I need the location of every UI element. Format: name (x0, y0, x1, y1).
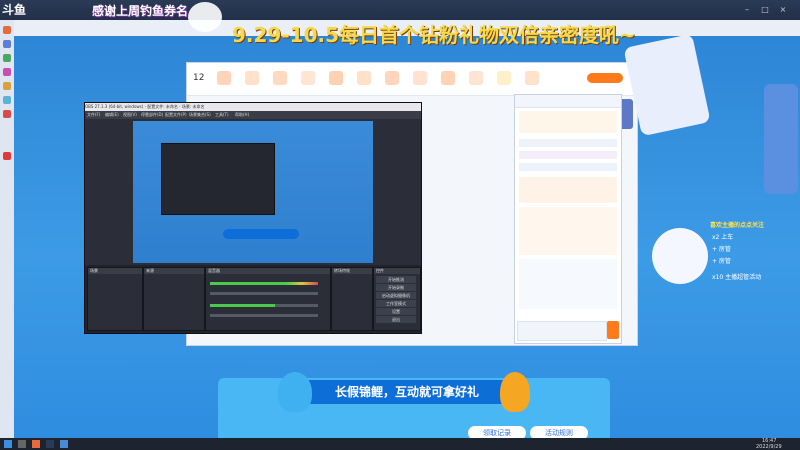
reward-item: + 房管 (712, 246, 731, 253)
box-icon[interactable] (329, 71, 343, 85)
chat-message (519, 177, 617, 203)
bag-icon[interactable] (245, 71, 259, 85)
follow-button[interactable] (587, 73, 623, 83)
crown-icon[interactable] (497, 71, 511, 85)
chat-panel (514, 94, 622, 344)
settings-button[interactable]: 设置 (376, 308, 416, 315)
cart-icon[interactable] (385, 71, 399, 85)
scenes-dock-title: 场景 (88, 268, 142, 274)
cat-mascot-icon (188, 2, 222, 32)
send-button[interactable] (607, 321, 619, 339)
menu-item[interactable]: 视图(V) (123, 111, 137, 119)
windows-taskbar: 16:47 2022/9/29 (0, 438, 800, 450)
mixer-dock: 混音器 (205, 267, 331, 331)
koi-event-title: 长假锦鲤，互动就可拿好礼 (292, 380, 522, 404)
obs-title-bar: OBS 27.1.3 (64-bit, windows) - 配置文件: 未命名… (85, 103, 421, 111)
scenes-dock: 场景 (87, 267, 143, 331)
menu-item[interactable]: 停靠部件(D) (141, 111, 163, 119)
task-icon[interactable] (273, 71, 287, 85)
transitions-dock: 转场特效 (331, 267, 373, 331)
audio-meter (210, 304, 318, 307)
transitions-dock-title: 转场特效 (332, 268, 372, 274)
chat-message (519, 151, 617, 159)
follow-label: 喜欢主播的点点关注 (710, 222, 765, 229)
virtual-camera-button[interactable]: 启动虚拟摄像机 (376, 292, 416, 299)
chat-message (519, 207, 617, 255)
close-icon[interactable]: × (778, 5, 788, 15)
nested-banner (223, 229, 299, 239)
menu-item[interactable]: 配置文件(P) (165, 111, 187, 119)
chat-input[interactable] (517, 321, 607, 341)
minimize-icon[interactable]: – (742, 5, 752, 15)
stream-overlay-headline: 9.29-10.5每日首个钻粉礼物双倍亲密度吼~ (232, 23, 636, 47)
start-menu-icon[interactable] (4, 440, 12, 448)
gift-icon[interactable] (217, 71, 231, 85)
reward-item: x10 主播超管活动 (712, 274, 762, 281)
taskbar-app-icon[interactable] (46, 440, 54, 448)
menu-item[interactable]: 工具(T) (215, 111, 229, 119)
reward-item: + 房管 (712, 258, 731, 265)
streamer-avatar-figure (764, 84, 798, 194)
star-icon[interactable] (469, 71, 483, 85)
menu-item[interactable]: 场景集合(S) (189, 111, 211, 119)
menu-item[interactable]: 文件(F) (87, 111, 100, 119)
card-icon[interactable] (441, 71, 455, 85)
volume-slider[interactable] (210, 292, 318, 295)
chat-notice (519, 111, 617, 133)
start-recording-button[interactable]: 开始录制 (376, 284, 416, 291)
menu-item[interactable]: 帮助(H) (235, 111, 249, 119)
user-icon[interactable] (525, 71, 539, 85)
taskbar-app-icon[interactable] (60, 440, 68, 448)
sidebar-app-icon[interactable] (3, 82, 11, 90)
window-controls: – □ × (742, 5, 792, 15)
fish-left-icon (278, 372, 312, 412)
douyu-logo: 斗鱼 (2, 3, 27, 17)
mixer-dock-title: 混音器 (206, 268, 330, 274)
controls-dock: 控件 开始推流 开始录制 启动虚拟摄像机 工作室模式 设置 退出 (373, 267, 421, 331)
sidebar-app-icon[interactable] (3, 26, 11, 34)
controls-dock-title: 控件 (374, 268, 420, 274)
chat-message (519, 163, 617, 171)
chart-icon[interactable] (357, 71, 371, 85)
room-number: 12 (193, 73, 205, 83)
clock-icon[interactable] (301, 71, 315, 85)
sidebar-app-icon[interactable] (3, 68, 11, 76)
fish-right-icon (500, 372, 530, 412)
chat-message (519, 139, 617, 147)
chat-message-list (519, 259, 617, 309)
volume-slider[interactable] (210, 314, 318, 317)
search-icon[interactable] (18, 440, 26, 448)
grid-icon[interactable] (413, 71, 427, 85)
maximize-icon[interactable]: □ (760, 5, 770, 15)
nested-obs-window (161, 143, 275, 215)
room-toolbar: 12 (187, 63, 637, 96)
obs-window: OBS 27.1.3 (64-bit, windows) - 配置文件: 未命名… (84, 102, 422, 334)
browser-sidebar (0, 20, 14, 438)
sidebar-app-icon[interactable] (3, 96, 11, 104)
studio-mode-button[interactable]: 工作室模式 (376, 300, 416, 307)
sidebar-app-icon[interactable] (3, 54, 11, 62)
start-streaming-button[interactable]: 开始推流 (376, 276, 416, 283)
menu-item[interactable]: 编辑(E) (105, 111, 119, 119)
cat-mascot-icon (652, 228, 708, 284)
sources-dock: 来源 (143, 267, 205, 331)
taskbar-app-icon[interactable] (32, 440, 40, 448)
sidebar-app-icon[interactable] (3, 152, 11, 160)
follow-reward-panel: 喜欢主播的点点关注 x2 上车 + 房管 + 房管 x10 主播超管活动 (710, 220, 798, 290)
reward-item: x2 上车 (712, 234, 734, 241)
sidebar-app-icon[interactable] (3, 40, 11, 48)
clock-date: 2022/9/29 (756, 444, 782, 450)
sources-dock-title: 来源 (144, 268, 204, 274)
obs-dock-area: 场景 来源 混音器 转场特效 控件 开始推流 开始录制 启动虚拟摄像机 工作室模… (85, 265, 421, 333)
exit-button[interactable]: 退出 (376, 316, 416, 323)
sidebar-app-icon[interactable] (3, 110, 11, 118)
thanks-banner-text: 感谢上周钓鱼券名 (92, 4, 189, 18)
obs-menu-bar: 文件(F) 编辑(E) 视图(V) 停靠部件(D) 配置文件(P) 场景集合(S… (85, 111, 421, 119)
obs-preview[interactable] (133, 121, 373, 263)
chat-tabs[interactable] (515, 95, 621, 108)
audio-meter (210, 282, 318, 285)
